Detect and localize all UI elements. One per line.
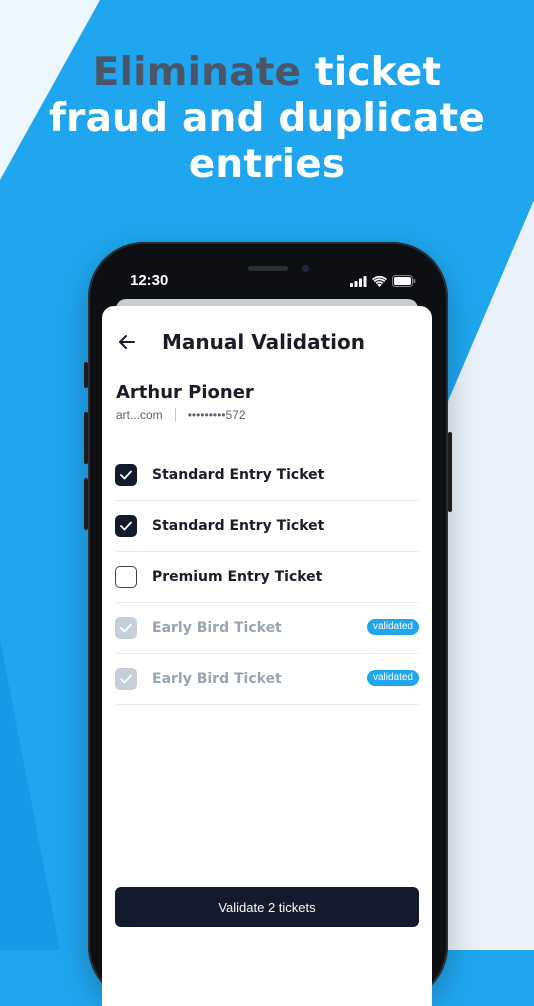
phone-mockup: 12:30 Manual Validation Arthur Pioner ar… [84, 242, 452, 1006]
headline-line2: fraud and duplicate [48, 96, 486, 141]
ticket-checkbox[interactable] [115, 566, 137, 588]
ticket-label: Premium Entry Ticket [152, 569, 323, 585]
page-title: Manual Validation [162, 330, 365, 354]
wifi-icon [372, 275, 387, 287]
ticket-row: Early Bird Ticket validated [115, 654, 419, 705]
ticket-label: Early Bird Ticket [152, 620, 282, 636]
ticket-row: Early Bird Ticket validated [115, 603, 419, 654]
ticket-label: Standard Entry Ticket [152, 518, 325, 534]
checkmark-icon [120, 470, 132, 480]
front-camera [302, 265, 309, 272]
user-email: art...com [116, 408, 163, 422]
ticket-checkbox[interactable] [115, 464, 137, 486]
ticket-row[interactable]: Premium Entry Ticket [115, 552, 419, 603]
status-icons [350, 274, 416, 288]
ticket-label: Standard Entry Ticket [152, 467, 325, 483]
volume-down-button [84, 478, 88, 530]
ticket-checkbox-disabled [115, 617, 137, 639]
ticket-checkbox[interactable] [115, 515, 137, 537]
volume-up-button [84, 412, 88, 464]
meta-divider [174, 408, 176, 422]
headline-highlight: Eliminate [92, 50, 302, 95]
validation-screen: Manual Validation Arthur Pioner art...co… [102, 306, 432, 1006]
user-meta: art...com •••••••••572 [116, 408, 246, 422]
checkmark-icon [120, 623, 132, 633]
checkmark-icon [120, 521, 132, 531]
power-button [448, 432, 452, 512]
validated-badge: validated [366, 670, 419, 686]
silent-switch [84, 362, 88, 388]
headline-line3: entries [188, 142, 346, 187]
checkmark-icon [120, 674, 132, 684]
user-phone: •••••••••572 [187, 408, 246, 422]
headline: Eliminate ticket fraud and duplicate ent… [0, 50, 534, 188]
user-name: Arthur Pioner [116, 382, 254, 403]
battery-icon [392, 275, 416, 287]
signal-icon [350, 275, 367, 287]
validated-badge: validated [366, 619, 419, 635]
arrow-left-icon [119, 335, 135, 349]
screen-header: Manual Validation [116, 328, 365, 356]
ticket-list: Standard Entry Ticket Standard Entry Tic… [115, 450, 419, 705]
status-time: 12:30 [130, 272, 169, 289]
ticket-row[interactable]: Standard Entry Ticket [115, 501, 419, 552]
headline-line1-rest: ticket [301, 50, 442, 95]
validate-button[interactable]: Validate 2 tickets [115, 887, 419, 927]
ticket-label: Early Bird Ticket [152, 671, 282, 687]
back-button[interactable] [116, 331, 138, 353]
ticket-checkbox-disabled [115, 668, 137, 690]
ticket-row[interactable]: Standard Entry Ticket [115, 450, 419, 501]
speaker [248, 266, 288, 271]
